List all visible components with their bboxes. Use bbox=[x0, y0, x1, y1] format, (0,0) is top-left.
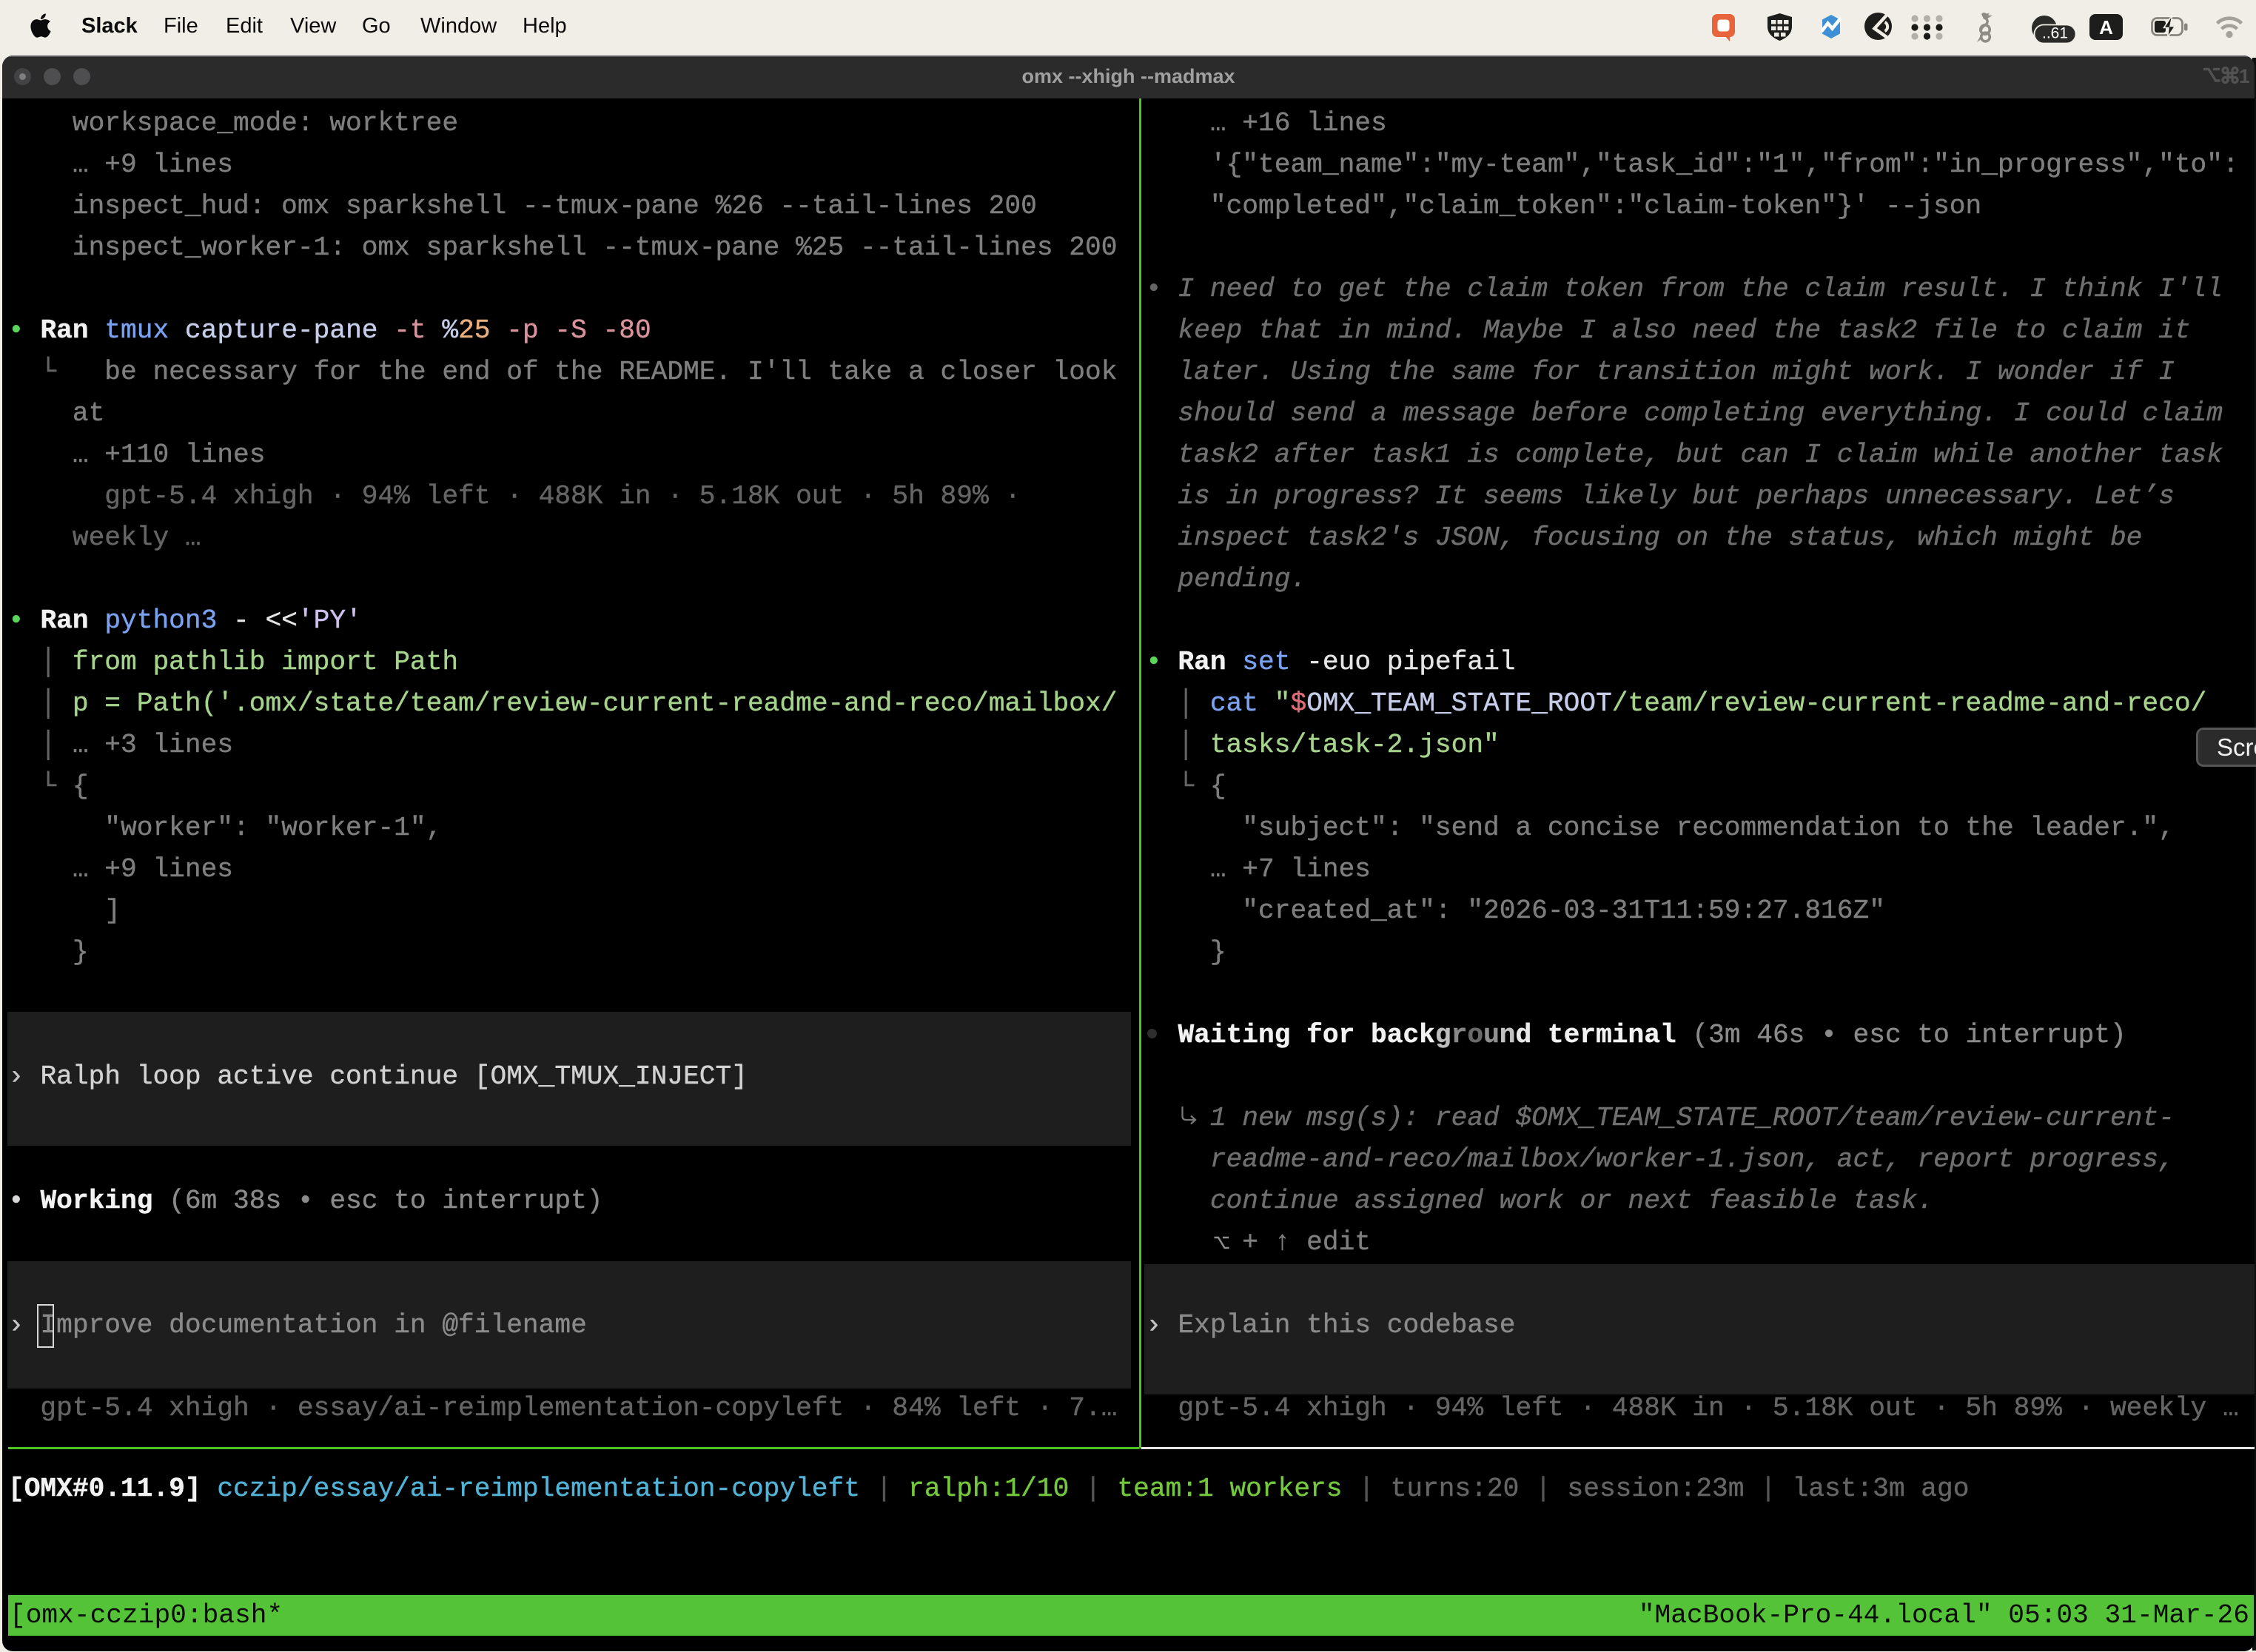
svg-text:1: 1 bbox=[2239, 66, 2249, 87]
svg-text:..61: ..61 bbox=[2042, 25, 2068, 42]
svg-text:A: A bbox=[2099, 16, 2113, 38]
